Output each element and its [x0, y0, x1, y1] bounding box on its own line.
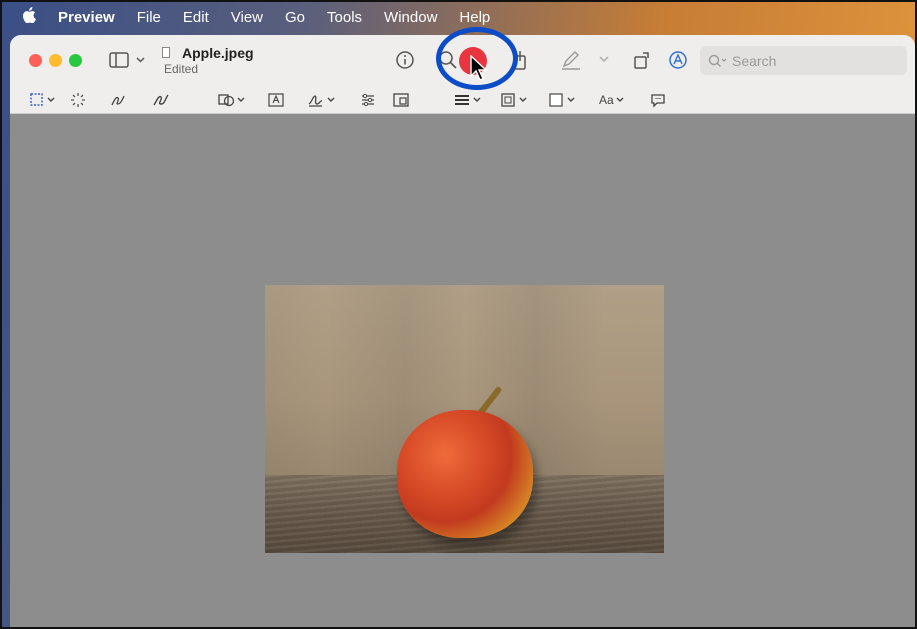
close-window-button[interactable] — [29, 54, 42, 67]
line-style-icon — [455, 95, 481, 105]
document-filename[interactable]: Apple.jpeg — [182, 45, 254, 61]
chevron-down-icon — [616, 97, 624, 102]
instant-alpha-tool[interactable] — [70, 91, 86, 109]
menu-view[interactable]: View — [231, 9, 263, 26]
shape-style-tool[interactable] — [454, 91, 484, 109]
sketch-tool[interactable] — [110, 91, 126, 109]
preview-window: Apple.jpeg Edited Search Aa — [10, 35, 915, 627]
adjust-size-tool[interactable] — [393, 91, 409, 109]
border-color-tool[interactable] — [500, 91, 530, 109]
adjust-sliders-icon — [362, 93, 374, 107]
menu-tools[interactable]: Tools — [327, 9, 362, 26]
rotate-button[interactable] — [632, 49, 654, 71]
draw-icon — [153, 94, 169, 106]
rectangular-selection-icon — [30, 93, 55, 106]
document-status: Edited — [164, 62, 199, 76]
fill-color-icon — [549, 93, 575, 107]
shapes-icon — [218, 94, 245, 107]
info-button[interactable] — [395, 50, 415, 70]
highlight-pen-icon — [562, 51, 580, 70]
sidebar-toggle-button[interactable] — [109, 51, 147, 69]
speech-bubble-icon — [651, 94, 665, 108]
menu-window[interactable]: Window — [384, 9, 437, 26]
markup-button[interactable] — [668, 50, 688, 70]
screen-frame: Preview File Edit View Go Tools Window H… — [0, 0, 917, 629]
sidebar-toggle-icon — [109, 52, 145, 68]
highlight-menu-chevron[interactable] — [598, 53, 610, 65]
markup-toolbar: Aa — [10, 86, 915, 114]
text-style-tool[interactable]: Aa — [599, 91, 628, 109]
annotate-tool[interactable] — [650, 91, 666, 109]
selection-tool[interactable] — [30, 91, 58, 109]
adjust-size-icon — [393, 93, 409, 107]
info-icon — [396, 51, 414, 69]
mouse-cursor-icon — [470, 55, 488, 81]
menu-go[interactable]: Go — [285, 9, 305, 26]
search-icon — [708, 54, 727, 67]
text-box-icon — [268, 93, 284, 107]
document-title: Apple.jpeg Edited — [162, 45, 254, 76]
file-icon — [162, 47, 170, 58]
text-style-label: Aa — [599, 93, 614, 107]
menu-file[interactable]: File — [137, 9, 161, 26]
chevron-down-icon — [599, 56, 609, 63]
draw-tool[interactable] — [152, 91, 170, 109]
menu-bar: Preview File Edit View Go Tools Window H… — [2, 2, 915, 32]
shapes-tool[interactable] — [218, 91, 248, 109]
search-placeholder: Search — [732, 52, 777, 69]
zoom-window-button[interactable] — [69, 54, 82, 67]
markup-icon — [669, 51, 687, 69]
apple-photo — [265, 285, 664, 553]
document-canvas[interactable] — [10, 115, 915, 627]
apple-logo-icon[interactable] — [22, 6, 42, 28]
fill-color-tool[interactable] — [548, 91, 578, 109]
menu-app-name[interactable]: Preview — [58, 9, 115, 26]
sign-tool[interactable] — [308, 91, 338, 109]
text-tool[interactable] — [268, 91, 284, 109]
magic-wand-icon — [71, 93, 85, 107]
border-color-icon — [501, 93, 527, 107]
rotate-icon — [634, 52, 649, 69]
photo-apple — [397, 410, 533, 538]
menu-edit[interactable]: Edit — [183, 9, 209, 26]
signature-icon — [308, 95, 335, 107]
minimize-window-button[interactable] — [49, 54, 62, 67]
highlight-button[interactable] — [560, 49, 584, 71]
search-field[interactable]: Search — [700, 46, 907, 75]
sketch-icon — [111, 95, 125, 106]
menu-help[interactable]: Help — [459, 9, 490, 26]
adjust-color-tool[interactable] — [360, 91, 376, 109]
